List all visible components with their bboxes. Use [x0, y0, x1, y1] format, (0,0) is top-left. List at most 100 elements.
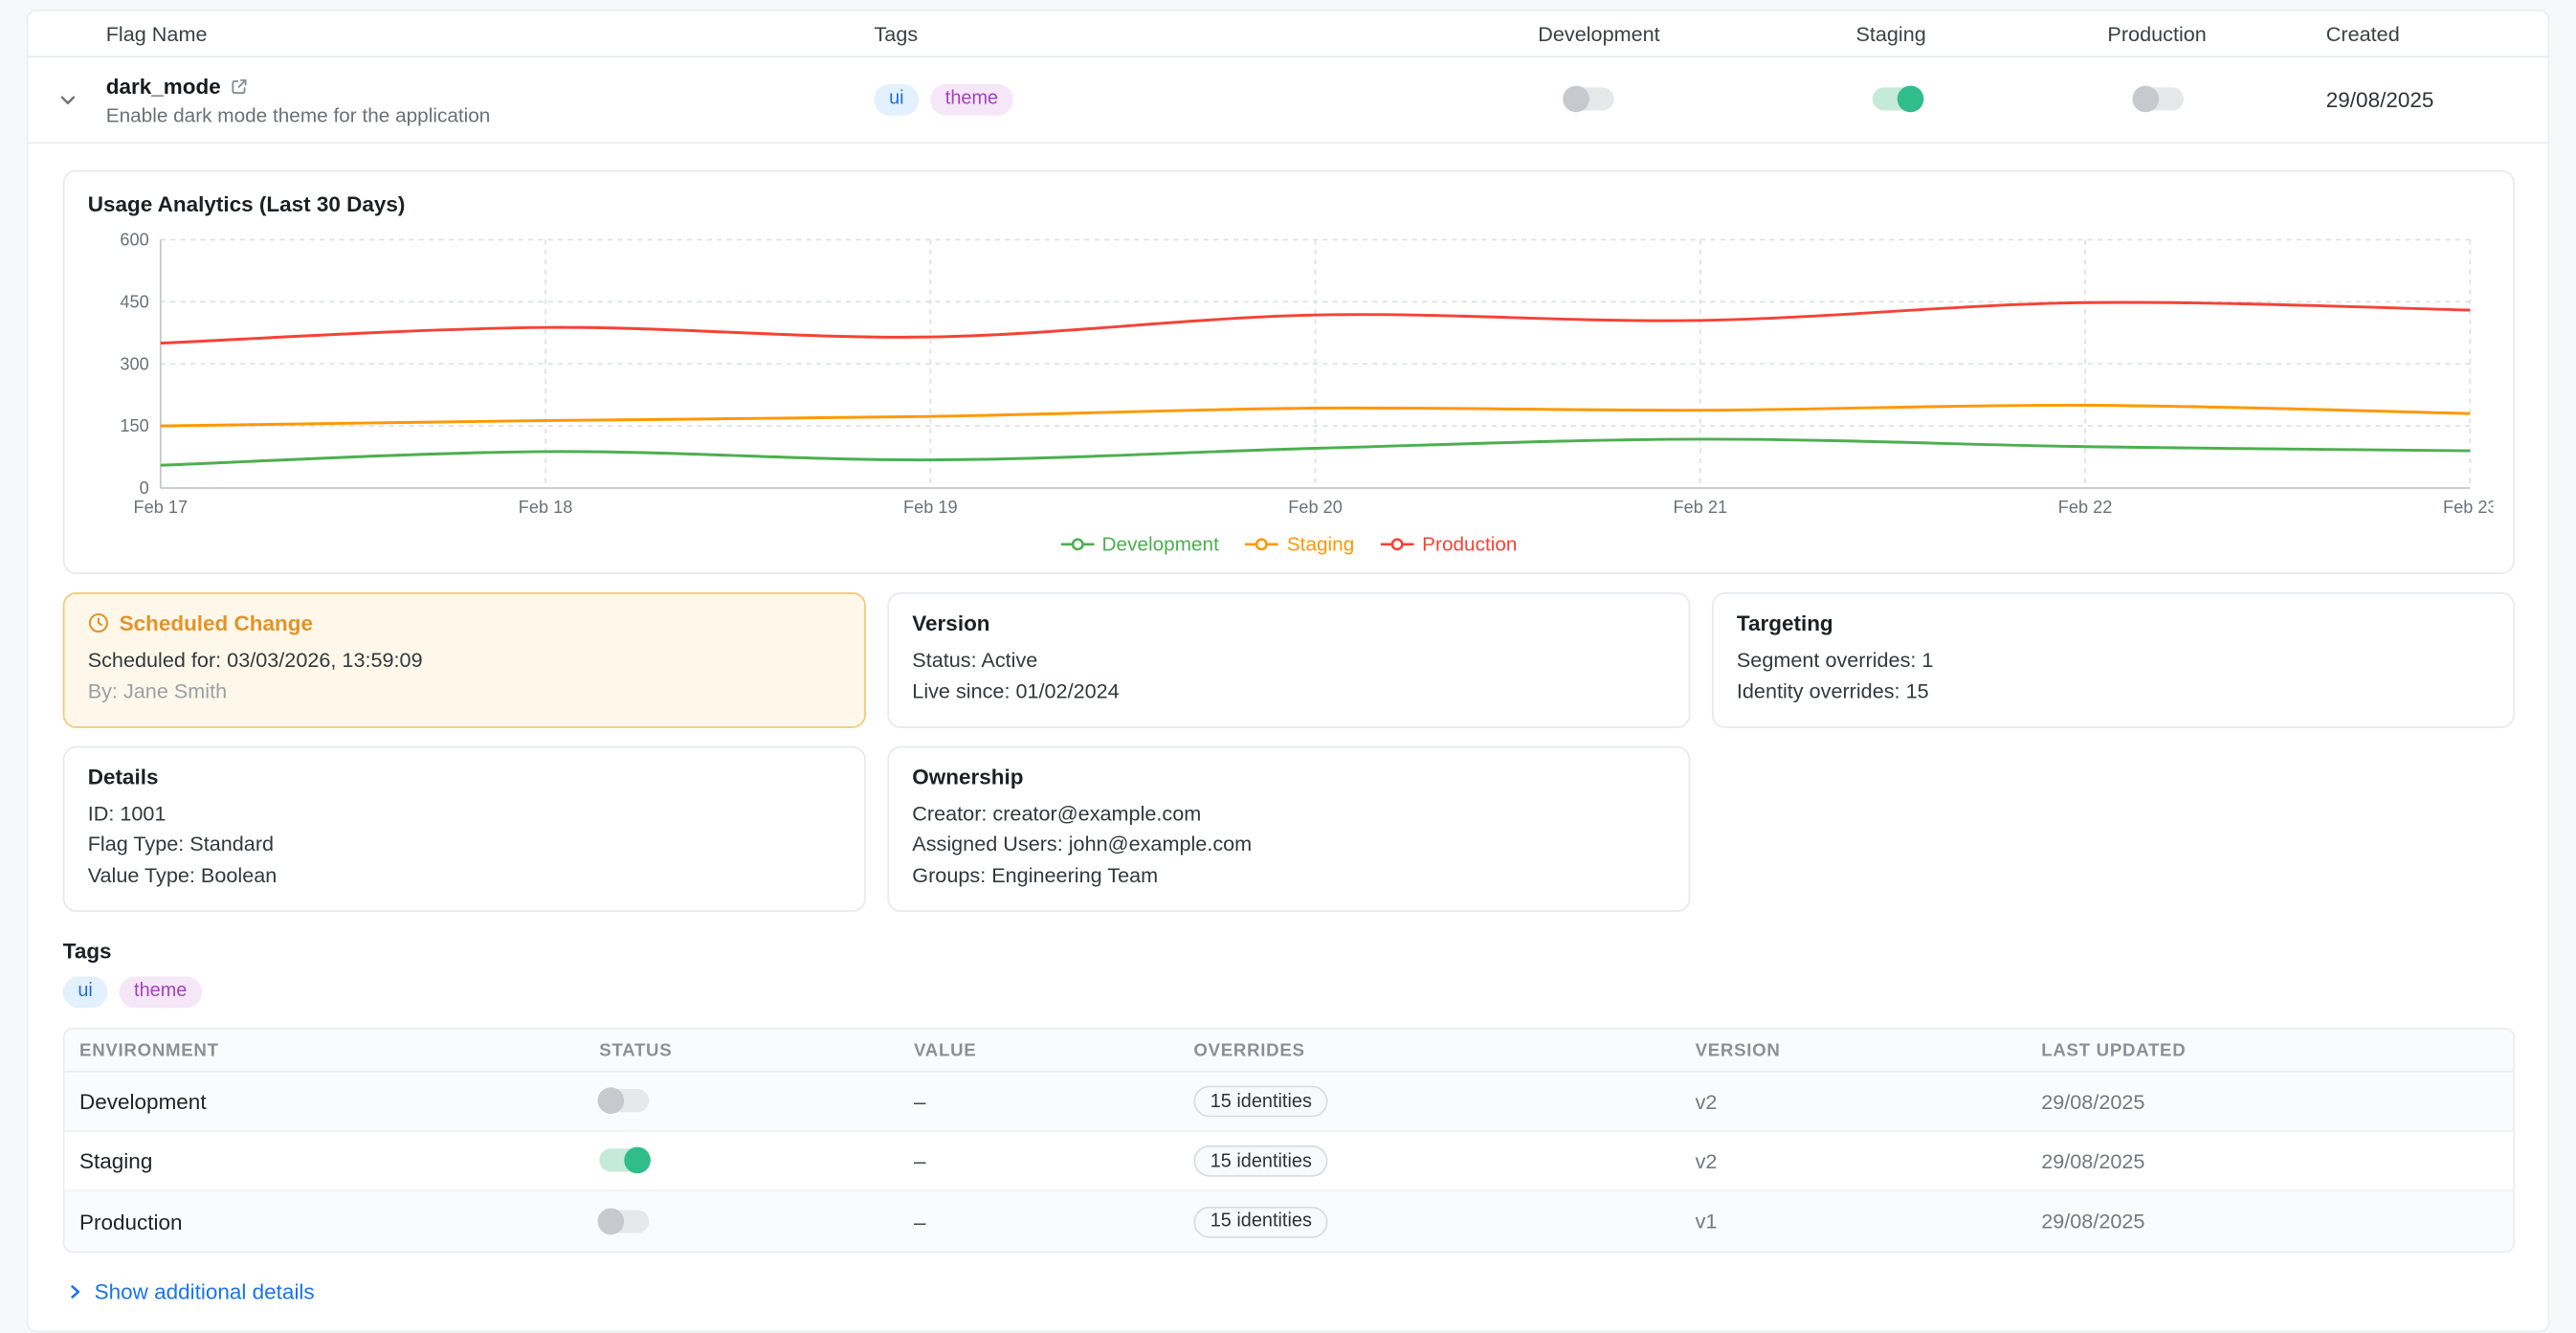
svg-text:0: 0: [140, 478, 149, 498]
env-version: v2: [1680, 1149, 2027, 1172]
env-col-status: STATUS: [585, 1040, 899, 1060]
flag-name[interactable]: dark_mode: [106, 74, 221, 99]
table-row: Staging – 15 identities v2 29/08/2025: [64, 1132, 2513, 1191]
col-header-production: Production: [2107, 22, 2325, 45]
env-version: v2: [1680, 1090, 2027, 1113]
analytics-title: Usage Analytics (Last 30 Days): [64, 172, 2513, 217]
env-col-version: VERSION: [1680, 1040, 2027, 1060]
legend-marker-icon: [1381, 536, 1414, 552]
env-last-updated: 29/08/2025: [2027, 1211, 2514, 1233]
legend-item-staging[interactable]: Staging: [1246, 533, 1355, 556]
svg-text:300: 300: [120, 354, 148, 373]
collapse-chevron-icon[interactable]: [52, 85, 81, 115]
version-title: Version: [912, 611, 1665, 635]
env-col-last-updated: LAST UPDATED: [2027, 1040, 2514, 1060]
svg-text:Feb 20: Feb 20: [1288, 498, 1343, 517]
col-header-development: Development: [1538, 22, 1855, 45]
environments-table-header: ENVIRONMENT STATUS VALUE OVERRIDES VERSI…: [64, 1030, 2513, 1073]
svg-text:Feb 21: Feb 21: [1674, 498, 1728, 517]
col-header-flag-name: Flag Name: [106, 22, 875, 45]
table-row: Production – 15 identities v1 29/08/2025: [64, 1192, 2513, 1252]
flag-row: dark_mode Enable dark mode theme for the…: [28, 57, 2547, 144]
env-value: –: [899, 1210, 1178, 1234]
tag-pill-ui: ui: [63, 976, 108, 1009]
col-header-tags: Tags: [874, 22, 1538, 45]
created-date: 29/08/2025: [2326, 87, 2548, 112]
development-status-toggle[interactable]: [599, 1090, 649, 1113]
page: Flag Name Tags Development Staging Produ…: [0, 10, 2576, 1324]
details-card: Details ID: 1001 Flag Type: Standard Val…: [63, 745, 866, 911]
staging-toggle[interactable]: [1873, 88, 1922, 111]
svg-text:Feb 17: Feb 17: [134, 498, 189, 517]
development-toggle[interactable]: [1565, 88, 1614, 111]
production-status-toggle[interactable]: [599, 1210, 649, 1233]
env-name: Production: [64, 1210, 584, 1234]
tag-pill-theme: theme: [930, 84, 1012, 117]
env-version: v1: [1680, 1211, 2027, 1233]
env-name: Development: [64, 1089, 584, 1114]
external-link-icon[interactable]: [231, 77, 249, 95]
ownership-title: Ownership: [912, 764, 1665, 789]
ownership-assigned-users: Assigned Users: john@example.com: [912, 830, 1665, 860]
chevron-right-icon: [66, 1283, 84, 1301]
env-last-updated: 29/08/2025: [2027, 1149, 2514, 1172]
details-value-type: Value Type: Boolean: [88, 860, 841, 891]
svg-text:Feb 22: Feb 22: [2058, 498, 2113, 517]
legend-marker-icon: [1060, 536, 1094, 552]
flag-description: Enable dark mode theme for the applicati…: [106, 103, 875, 126]
env-col-value: VALUE: [899, 1040, 1178, 1060]
toggle-knob: [2132, 86, 2159, 113]
environments-table: ENVIRONMENT STATUS VALUE OVERRIDES VERSI…: [63, 1028, 2515, 1253]
toggle-knob: [1563, 86, 1589, 113]
env-name: Staging: [64, 1149, 584, 1174]
env-col-environment: ENVIRONMENT: [64, 1040, 584, 1060]
legend-label: Production: [1422, 533, 1517, 556]
tag-pill-ui: ui: [874, 84, 919, 117]
flag-detail-panel: Flag Name Tags Development Staging Produ…: [27, 10, 2550, 1333]
info-cards-row-1: Scheduled Change Scheduled for: 03/03/20…: [63, 592, 2515, 727]
overrides-badge[interactable]: 15 identities: [1193, 1086, 1328, 1118]
svg-text:150: 150: [120, 416, 148, 435]
version-live-since: Live since: 01/02/2024: [912, 677, 1665, 707]
version-status: Status: Active: [912, 645, 1665, 676]
version-card: Version Status: Active Live since: 01/02…: [887, 592, 1690, 727]
details-title: Details: [88, 764, 841, 789]
details-id: ID: 1001: [88, 798, 841, 829]
svg-text:Feb 18: Feb 18: [519, 498, 573, 517]
chart-legend: Development Staging Production: [64, 529, 2513, 572]
ownership-creator: Creator: creator@example.com: [912, 798, 1665, 829]
col-header-staging: Staging: [1855, 22, 2107, 45]
scheduled-by-text: By: Jane Smith: [88, 677, 841, 707]
segment-overrides: Segment overrides: 1: [1737, 645, 2490, 676]
toggle-knob: [598, 1088, 625, 1115]
staging-status-toggle[interactable]: [599, 1149, 649, 1172]
show-additional-details-link[interactable]: Show additional details: [66, 1279, 2547, 1304]
legend-item-development[interactable]: Development: [1060, 533, 1219, 556]
tags-section-title: Tags: [63, 938, 2514, 963]
overrides-badge[interactable]: 15 identities: [1193, 1207, 1328, 1238]
scheduled-change-card: Scheduled Change Scheduled for: 03/03/20…: [63, 592, 866, 727]
tag-pill-theme: theme: [119, 976, 201, 1009]
overrides-badge[interactable]: 15 identities: [1193, 1145, 1328, 1177]
svg-text:Feb 23: Feb 23: [2443, 498, 2493, 517]
show-additional-details-label: Show additional details: [95, 1279, 315, 1304]
toggle-knob: [598, 1208, 625, 1234]
svg-text:450: 450: [120, 292, 148, 311]
legend-label: Staging: [1287, 533, 1354, 556]
targeting-title: Targeting: [1737, 611, 2490, 635]
legend-marker-icon: [1246, 536, 1279, 552]
env-last-updated: 29/08/2025: [2027, 1090, 2514, 1113]
ownership-groups: Groups: Engineering Team: [912, 860, 1665, 891]
table-row: Development – 15 identities v2 29/08/202…: [64, 1073, 2513, 1132]
legend-item-production[interactable]: Production: [1381, 533, 1518, 556]
toggle-knob: [624, 1147, 651, 1174]
env-value: –: [899, 1149, 1178, 1174]
tags-section: Tags ui theme: [63, 938, 2514, 1008]
clock-icon: [88, 612, 109, 633]
usage-analytics-card: Usage Analytics (Last 30 Days) 0 150 300 45…: [63, 170, 2515, 574]
production-toggle[interactable]: [2134, 88, 2184, 111]
identity-overrides: Identity overrides: 15: [1737, 677, 2490, 707]
targeting-card: Targeting Segment overrides: 1 Identity …: [1712, 592, 2515, 727]
toggle-knob: [1898, 86, 1924, 113]
env-value: –: [899, 1089, 1178, 1114]
